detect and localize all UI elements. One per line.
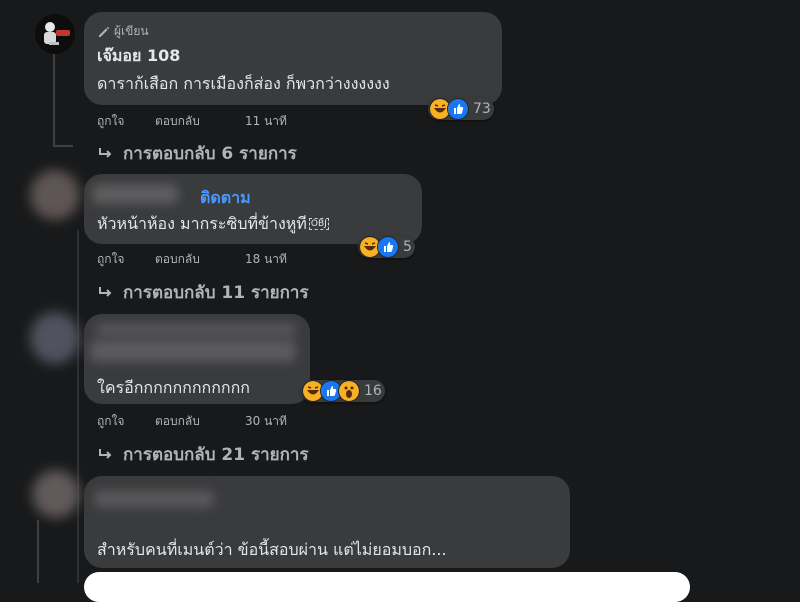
avatar[interactable] [30, 170, 80, 220]
comment-text: ใครอีกกกกกกกกกกกก [97, 378, 250, 397]
like-action[interactable]: ถูกใจ [97, 412, 155, 431]
comment-text: ดาราก้เสือก การเมืองก็ส่อง ก็พวกว่างงงงง… [97, 74, 390, 93]
replies-count: การตอบกลับ 11 รายการ [123, 283, 309, 303]
reaction-summary[interactable]: 5 [358, 236, 415, 258]
thread-line [77, 230, 79, 583]
reaction-summary[interactable]: 16 [301, 380, 385, 402]
author-name-redacted [96, 322, 296, 338]
reply-arrow-icon [99, 448, 112, 459]
timestamp[interactable]: 30 นาที [245, 412, 287, 431]
reply-action[interactable]: ตอบกลับ [155, 250, 245, 269]
avatar[interactable] [30, 312, 80, 364]
like-action[interactable]: ถูกใจ [97, 250, 155, 269]
thread-line [53, 52, 55, 145]
avatar-logo-icon [35, 14, 75, 54]
pencil-icon [99, 26, 110, 37]
badge-label: ผู้เขียน [114, 24, 149, 38]
reply-action[interactable]: ตอบกลับ [155, 112, 245, 131]
comment-bubble: ผู้เขียน เจ๊มอย 108 ดาราก้เสือก การเมือง… [84, 12, 502, 105]
reaction-count: 16 [364, 383, 382, 399]
replies-count: การตอบกลับ 21 รายการ [123, 445, 309, 465]
timestamp[interactable]: 11 นาที [245, 112, 287, 131]
obj-glyph: OBJ [308, 218, 329, 230]
wow-icon [338, 380, 360, 402]
view-replies-link[interactable]: การตอบกลับ 6 รายการ [97, 140, 297, 167]
author-name-redacted [90, 340, 296, 362]
reaction-count: 5 [403, 239, 412, 255]
author-name-redacted [94, 490, 214, 508]
view-replies-link[interactable]: การตอบกลับ 11 รายการ [97, 279, 309, 306]
comment-actions: ถูกใจ ตอบกลับ 30 นาที [97, 412, 287, 431]
like-action[interactable]: ถูกใจ [97, 112, 155, 131]
like-icon [377, 236, 399, 258]
reaction-summary[interactable]: 73 [428, 98, 494, 120]
comment-text-body: หัวหน้าห้อง มากระซิบที่ข้างหูที [97, 214, 307, 233]
comment-actions: ถูกใจ ตอบกลับ 11 นาที [97, 112, 287, 131]
next-comment-card [84, 572, 690, 602]
comment-text: หัวหน้าห้อง มากระซิบที่ข้างหูที OBJ [97, 212, 329, 237]
reaction-count: 73 [473, 101, 491, 117]
author-badge: ผู้เขียน [97, 22, 149, 41]
author-name[interactable]: เจ๊มอย 108 [97, 44, 180, 69]
like-icon [447, 98, 469, 120]
reply-arrow-icon [99, 286, 112, 297]
follow-link[interactable]: ติดตาม [200, 186, 251, 211]
comment-actions: ถูกใจ ตอบกลับ 18 นาที [97, 250, 287, 269]
avatar[interactable] [35, 14, 75, 54]
thread-line [37, 520, 39, 583]
comment-text: สำหรับคนที่เมนต์ว่า ข้อนี้สอบผ่าน แต่ไม่… [97, 540, 447, 559]
comment-bubble: ติดตาม หัวหน้าห้อง มากระซิบที่ข้างหูที OB… [84, 174, 422, 244]
author-name-redacted [92, 184, 178, 204]
reply-arrow-icon [99, 147, 112, 158]
replies-count: การตอบกลับ 6 รายการ [123, 144, 297, 164]
comment-bubble: สำหรับคนที่เมนต์ว่า ข้อนี้สอบผ่าน แต่ไม่… [84, 476, 570, 568]
timestamp[interactable]: 18 นาที [245, 250, 287, 269]
reply-action[interactable]: ตอบกลับ [155, 412, 245, 431]
avatar[interactable] [32, 470, 80, 518]
thread-line-curve [53, 145, 73, 147]
comment-bubble: ใครอีกกกกกกกกกกกก [84, 314, 310, 404]
view-replies-link[interactable]: การตอบกลับ 21 รายการ [97, 441, 309, 468]
